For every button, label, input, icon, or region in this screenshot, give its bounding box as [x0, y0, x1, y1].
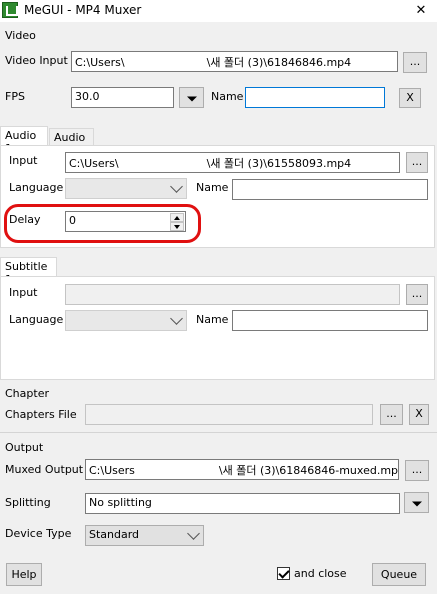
spin-up-button[interactable] — [170, 213, 184, 222]
muxed-output-field[interactable]: C:\Users \새 폴더 (3)\61846846-muxed.mp — [85, 459, 399, 480]
video-name-label: Name — [211, 90, 244, 103]
video-name-field[interactable] — [245, 87, 385, 108]
tab-audio-1[interactable]: Audio 1 — [0, 126, 48, 155]
chapters-clear-button[interactable]: X — [409, 404, 429, 425]
device-type-select[interactable]: Standard — [85, 525, 204, 546]
chapters-file-label: Chapters File — [5, 408, 77, 421]
and-close-label: and close — [294, 567, 347, 580]
window-title: MeGUI - MP4 Muxer — [24, 3, 142, 17]
subtitle-name-label: Name — [196, 313, 229, 326]
chapter-group-label: Chapter — [5, 387, 49, 400]
megui-app-icon — [2, 2, 18, 18]
muxed-output-value-suffix: \새 폴더 (3)\61846846-muxed.mp — [218, 464, 399, 477]
tab-subtitle-1[interactable]: Subtitle 1 — [0, 257, 57, 286]
tab-audio-2[interactable]: Audio 2 — [49, 128, 94, 157]
video-input-browse-button[interactable]: ... — [403, 52, 427, 73]
audio-input-browse-button[interactable]: ... — [406, 152, 428, 173]
audio-delay-label: Delay — [9, 213, 41, 226]
arrow-up-icon — [174, 216, 180, 220]
muxed-output-value-prefix: C:\Users — [89, 464, 135, 477]
video-input-field[interactable]: C:\Users\ \새 폴더 (3)\61846846.mp4 — [71, 51, 398, 72]
output-group-label: Output — [5, 441, 44, 454]
spin-down-button[interactable] — [170, 222, 184, 231]
dropdown-arrow-icon — [186, 96, 197, 101]
audio-input-value-suffix: \새 폴더 (3)\61558093.mp4 — [206, 157, 352, 170]
video-input-value-suffix: \새 폴더 (3)\61846846.mp4 — [206, 56, 352, 69]
and-close-checkbox[interactable] — [277, 567, 290, 580]
divider — [0, 432, 437, 433]
fps-combo[interactable]: 30.0 — [71, 87, 174, 108]
audio-language-select[interactable] — [65, 178, 187, 199]
subtitle-input-label: Input — [9, 286, 38, 299]
chapters-file-field[interactable] — [85, 404, 373, 425]
device-type-label: Device Type — [5, 527, 72, 540]
audio-input-field[interactable]: C:\Users\ \새 폴더 (3)\61558093.mp4 — [65, 152, 400, 173]
splitting-dropdown-button[interactable] — [404, 492, 429, 513]
audio-language-label: Language — [9, 181, 64, 194]
audio-delay-value: 0 — [69, 214, 76, 227]
splitting-combo[interactable]: No splitting — [85, 493, 400, 514]
subtitle-language-select[interactable] — [65, 310, 187, 331]
title-bar: MeGUI - MP4 Muxer ✕ — [0, 0, 437, 22]
chapters-browse-button[interactable]: ... — [380, 404, 403, 425]
fps-label: FPS — [5, 90, 25, 103]
video-group-label: Video — [5, 29, 36, 42]
help-button[interactable]: Help — [6, 563, 42, 586]
subtitle-name-field[interactable] — [232, 310, 428, 331]
audio-delay-spinner[interactable]: 0 — [65, 211, 186, 232]
muxed-output-label: Muxed Output — [5, 463, 84, 476]
audio-input-value-prefix: C:\Users\ — [69, 157, 119, 170]
subtitle-language-label: Language — [9, 313, 64, 326]
video-clear-button[interactable]: X — [399, 88, 421, 108]
audio-name-label: Name — [196, 181, 229, 194]
audio-name-field[interactable] — [232, 179, 428, 200]
arrow-down-icon — [174, 225, 180, 229]
muxed-output-browse-button[interactable]: ... — [405, 460, 429, 481]
queue-button[interactable]: Queue — [372, 563, 426, 586]
audio-input-label: Input — [9, 154, 38, 167]
subtitle-input-browse-button[interactable]: ... — [406, 284, 428, 305]
dropdown-arrow-icon — [411, 501, 422, 506]
fps-dropdown-button[interactable] — [179, 87, 204, 108]
splitting-label: Splitting — [5, 496, 51, 509]
video-input-value-prefix: C:\Users\ — [75, 56, 125, 69]
close-window-button[interactable]: ✕ — [408, 1, 434, 21]
video-input-label: Video Input — [5, 54, 68, 67]
subtitle-input-field[interactable] — [65, 284, 400, 305]
